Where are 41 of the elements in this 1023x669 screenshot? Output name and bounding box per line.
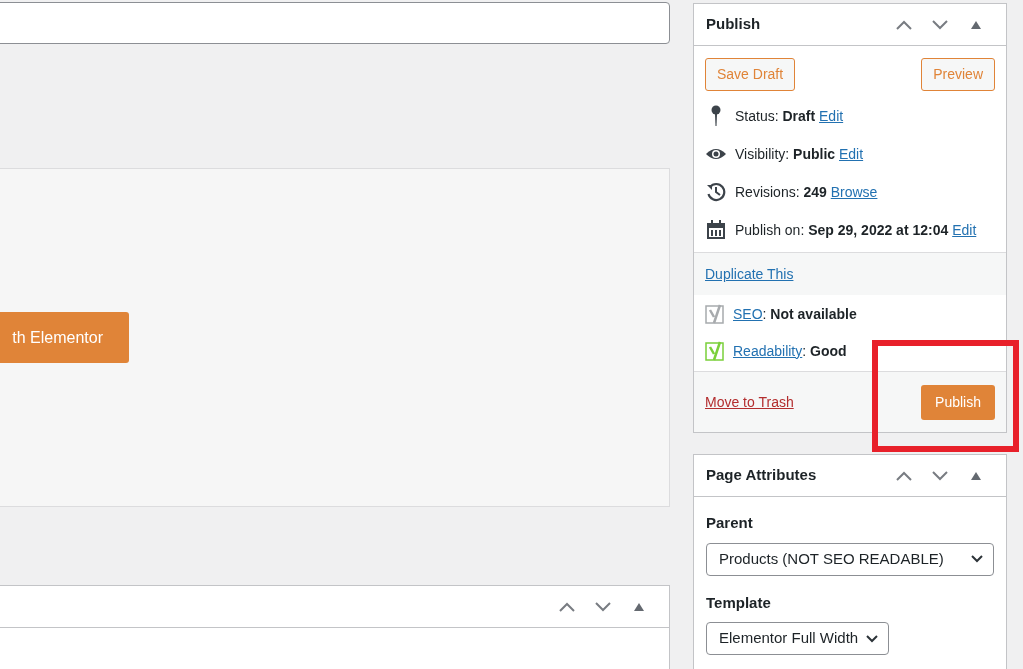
eye-icon bbox=[705, 147, 727, 161]
pin-icon bbox=[709, 105, 723, 127]
trash-link[interactable]: Move to Trash bbox=[705, 391, 794, 413]
preview-button[interactable]: Preview bbox=[921, 58, 995, 91]
edit-link[interactable]: Browse bbox=[830, 183, 878, 200]
edit-link[interactable]: Edit bbox=[839, 145, 864, 162]
field-label: Parent bbox=[705, 513, 754, 533]
select-field[interactable]: Products (NOT SEO READABLE) bbox=[706, 542, 994, 576]
publish-button[interactable]: Publish bbox=[921, 384, 995, 420]
move-up-icon[interactable] bbox=[896, 19, 912, 30]
chevron-down-icon bbox=[866, 634, 879, 643]
edit-link[interactable]: Edit bbox=[819, 107, 844, 124]
meta-text: Revisions: 249 Browse bbox=[735, 182, 878, 202]
edit-link[interactable]: Edit bbox=[952, 221, 977, 238]
yoast-score-icon bbox=[705, 304, 725, 324]
yoast-score-icon bbox=[705, 341, 725, 361]
panel-title: Page Attributes bbox=[706, 465, 818, 486]
move-up-icon[interactable] bbox=[559, 601, 575, 612]
chevron-down-icon bbox=[971, 555, 983, 563]
save-draft-button[interactable]: Save Draft bbox=[705, 58, 796, 91]
title-field[interactable] bbox=[0, 2, 670, 44]
history-icon bbox=[706, 182, 726, 202]
meta-text: Publish on: Sep 29, 2022 at 12:04 Edit bbox=[735, 220, 977, 240]
select-field[interactable]: Elementor Full Width bbox=[706, 622, 890, 655]
collapse-icon[interactable] bbox=[971, 471, 981, 480]
panel-title: Publish bbox=[706, 14, 762, 35]
calendar-icon bbox=[706, 220, 726, 240]
seo-link[interactable]: SEO bbox=[733, 305, 763, 322]
move-down-icon[interactable] bbox=[595, 601, 611, 612]
move-down-icon[interactable] bbox=[932, 19, 948, 30]
edit-with-elementor-button[interactable]: th Elementor bbox=[0, 312, 129, 363]
seo-text: Readability: Good bbox=[733, 341, 847, 361]
field-label: Template bbox=[705, 592, 772, 613]
meta-text: Status: Draft Edit bbox=[735, 106, 844, 126]
collapse-icon[interactable] bbox=[971, 20, 981, 29]
move-down-icon[interactable] bbox=[932, 470, 948, 481]
collapse-icon[interactable] bbox=[634, 602, 644, 611]
meta-text: Visibility: Public Edit bbox=[735, 144, 864, 164]
move-up-icon[interactable] bbox=[896, 470, 912, 481]
seo-text: SEO: Not available bbox=[733, 304, 857, 324]
duplicate-link[interactable]: Duplicate This bbox=[705, 263, 794, 285]
